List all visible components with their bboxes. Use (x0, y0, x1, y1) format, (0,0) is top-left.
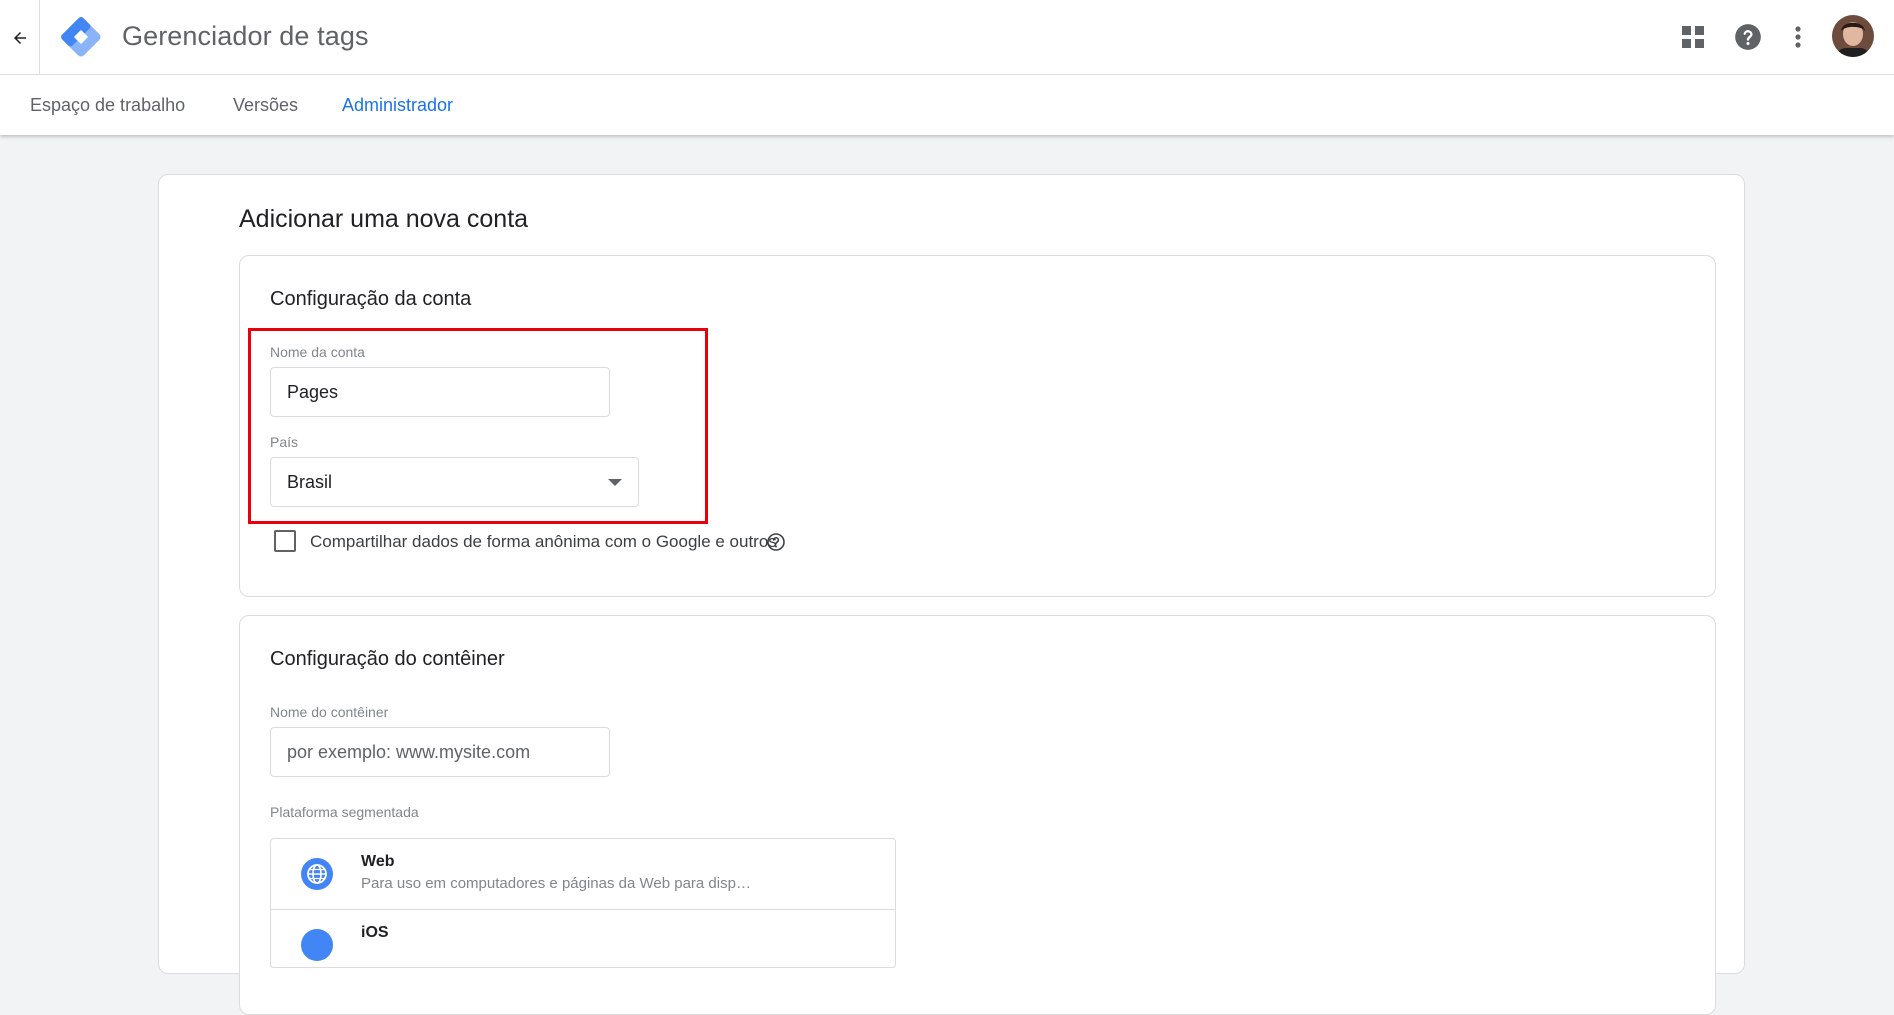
share-data-help-button[interactable] (766, 532, 786, 552)
platform-ios-title: iOS (361, 924, 389, 941)
platform-web-description: Para uso em computadores e páginas da We… (361, 875, 751, 892)
platform-option-web[interactable]: Web Para uso em computadores e páginas d… (271, 839, 895, 909)
more-vert-icon (1795, 26, 1801, 48)
help-outline-icon (767, 533, 785, 551)
platform-option-ios[interactable]: iOS (271, 909, 895, 967)
country-select-value: Brasil (287, 472, 333, 492)
container-settings-section: Configuração do contêiner Nome do contêi… (239, 615, 1716, 1015)
share-data-label: Compartilhar dados de forma anônima com … (310, 532, 777, 551)
container-name-label: Nome do contêiner (270, 704, 389, 720)
app-title: Gerenciador de tags (122, 21, 369, 51)
tab-workspace[interactable]: Espaço de trabalho (30, 75, 185, 135)
target-platform-label: Plataforma segmentada (270, 804, 419, 820)
more-options-button[interactable] (1777, 16, 1819, 58)
apps-button[interactable] (1672, 16, 1714, 58)
account-settings-section: Configuração da conta Nome da conta País… (239, 255, 1716, 597)
new-account-card: Adicionar uma nova conta Configuração da… (158, 174, 1745, 1015)
back-arrow-icon (13, 31, 26, 44)
country-label: País (270, 434, 299, 450)
user-avatar-icon (1832, 15, 1874, 57)
account-name-label: Nome da conta (270, 344, 365, 360)
globe-icon (301, 858, 333, 890)
tab-versions[interactable]: Versões (233, 75, 298, 135)
platform-web-title: Web (361, 853, 395, 870)
page-title: Adicionar uma nova conta (239, 205, 529, 233)
tag-manager-logo-icon (61, 17, 101, 57)
help-icon (1735, 24, 1761, 50)
platform-list: Web Para uso em computadores e páginas d… (270, 838, 896, 968)
country-select[interactable]: Brasil (270, 457, 639, 507)
tab-bar: Espaço de trabalho Versões Administrador (0, 75, 1894, 135)
container-section-title: Configuração do contêiner (270, 648, 505, 670)
apps-grid-icon (1682, 26, 1704, 48)
tab-admin[interactable]: Administrador (342, 75, 453, 135)
dropdown-arrow-icon (608, 479, 622, 486)
back-button[interactable] (0, 0, 40, 75)
ios-icon (301, 929, 333, 961)
avatar[interactable] (1832, 15, 1874, 57)
share-data-checkbox[interactable] (274, 530, 296, 552)
account-section-title: Configuração da conta (270, 288, 472, 310)
container-name-input[interactable] (270, 727, 610, 777)
top-app-bar: Gerenciador de tags (0, 0, 1894, 75)
account-name-input[interactable] (270, 367, 610, 417)
help-button[interactable] (1727, 16, 1769, 58)
